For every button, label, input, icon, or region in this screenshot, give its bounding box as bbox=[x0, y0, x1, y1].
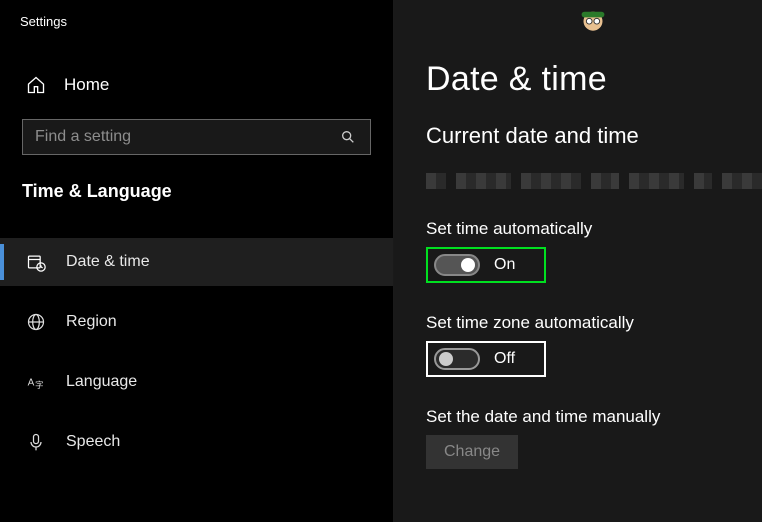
sidebar-item-date-time[interactable]: Date & time bbox=[0, 238, 393, 286]
nav-list: Date & time Region A字 Language Speech bbox=[0, 238, 393, 466]
home-icon bbox=[26, 75, 46, 95]
sidebar-item-speech[interactable]: Speech bbox=[0, 418, 393, 466]
main-panel: Date & time Current date and time Set ti… bbox=[394, 0, 762, 522]
language-icon: A字 bbox=[26, 372, 46, 392]
set-tz-auto-toggle[interactable] bbox=[434, 348, 480, 370]
sidebar-item-region[interactable]: Region bbox=[0, 298, 393, 346]
app-title: Settings bbox=[0, 0, 393, 37]
avatar bbox=[574, 6, 612, 44]
sidebar: Settings Home Time & Language Date & tim… bbox=[0, 0, 394, 522]
set-tz-auto-state: Off bbox=[494, 350, 515, 368]
set-manual-label: Set the date and time manually bbox=[426, 407, 762, 427]
search-icon bbox=[338, 127, 358, 147]
calendar-clock-icon bbox=[26, 252, 46, 272]
sidebar-item-label: Region bbox=[66, 313, 117, 331]
home-label: Home bbox=[64, 75, 109, 95]
set-tz-auto-row: Off bbox=[426, 341, 546, 377]
subtitle: Current date and time bbox=[426, 123, 762, 149]
svg-text:字: 字 bbox=[35, 380, 43, 390]
change-button[interactable]: Change bbox=[426, 435, 518, 469]
set-time-auto-row: On bbox=[426, 247, 546, 283]
page-title: Date & time bbox=[426, 60, 762, 99]
set-time-auto-toggle[interactable] bbox=[434, 254, 480, 276]
set-tz-auto-label: Set time zone automatically bbox=[426, 313, 762, 333]
sidebar-item-label: Date & time bbox=[66, 253, 150, 271]
svg-text:A: A bbox=[28, 377, 35, 388]
home-nav[interactable]: Home bbox=[0, 65, 393, 105]
redacted-datetime bbox=[426, 173, 762, 189]
sidebar-item-label: Speech bbox=[66, 433, 120, 451]
search-input[interactable] bbox=[35, 128, 338, 146]
sidebar-item-label: Language bbox=[66, 373, 137, 391]
section-title: Time & Language bbox=[0, 155, 393, 210]
globe-icon bbox=[26, 312, 46, 332]
microphone-icon bbox=[26, 432, 46, 452]
sidebar-item-language[interactable]: A字 Language bbox=[0, 358, 393, 406]
search-box[interactable] bbox=[22, 119, 371, 155]
set-time-auto-label: Set time automatically bbox=[426, 219, 762, 239]
set-time-auto-state: On bbox=[494, 256, 515, 274]
